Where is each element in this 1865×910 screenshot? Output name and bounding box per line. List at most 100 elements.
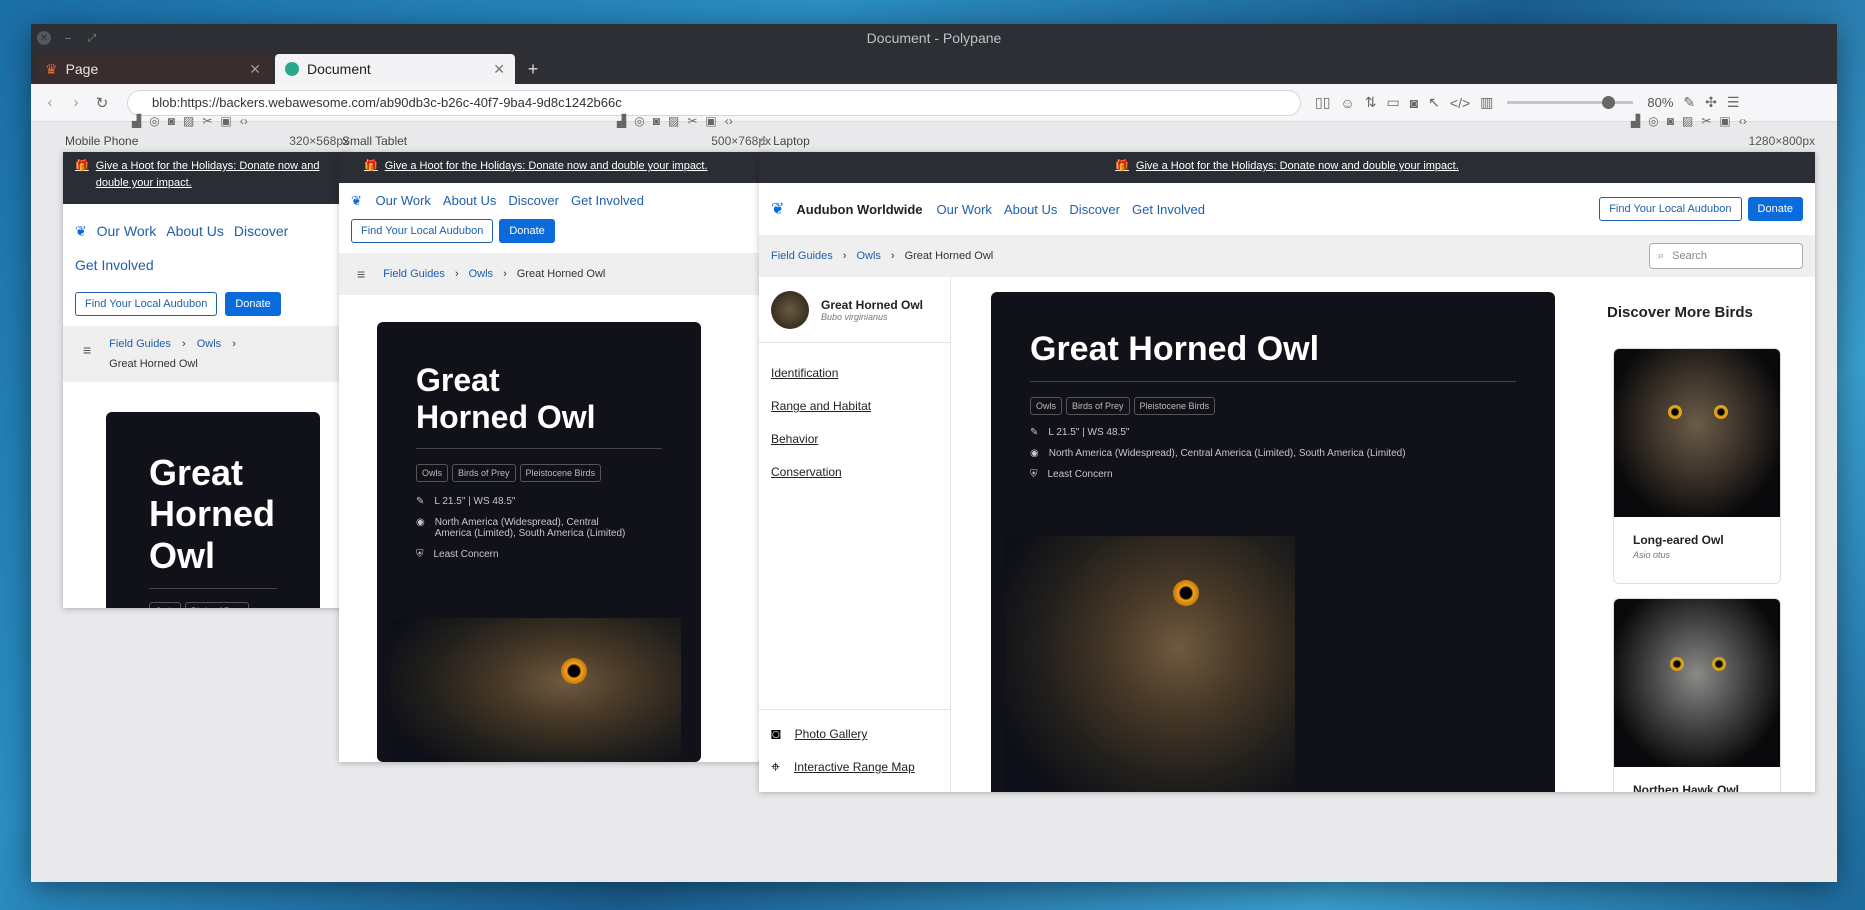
- pane-visibility-icon[interactable]: ◎: [634, 114, 644, 128]
- donate-button[interactable]: Donate: [499, 219, 555, 243]
- menu-icon[interactable]: ≡: [357, 266, 365, 282]
- section-behavior[interactable]: Behavior: [771, 423, 938, 456]
- bird-card[interactable]: Long-eared Owl Asio otus: [1613, 348, 1781, 584]
- pane-dock-icon[interactable]: ▟: [1631, 114, 1640, 128]
- pane-tools-icon[interactable]: ✂: [1701, 114, 1711, 128]
- promo-banner[interactable]: 🎁 Give a Hoot for the Holidays: Donate no…: [339, 152, 771, 183]
- ruler-icon: ✎: [1030, 427, 1039, 439]
- crumb-field-guides[interactable]: Field Guides: [771, 250, 833, 262]
- search-input[interactable]: ⌕ Search: [1649, 243, 1803, 269]
- owl-photo: [391, 618, 681, 762]
- pen-icon[interactable]: ✎: [1683, 94, 1695, 111]
- pane-camera-icon[interactable]: ◙: [168, 114, 175, 128]
- zoom-slider[interactable]: [1507, 96, 1634, 109]
- donate-button[interactable]: Donate: [1747, 197, 1803, 221]
- url-input[interactable]: blob:https://backers.webawesome.com/ab90…: [127, 89, 1301, 116]
- pointer-icon[interactable]: ↖: [1428, 94, 1440, 111]
- tag-owls[interactable]: Owls: [1030, 397, 1062, 416]
- maximize-window-icon[interactable]: ⤢: [85, 31, 99, 45]
- nav-about-us[interactable]: About Us: [443, 193, 496, 208]
- tag-owls[interactable]: Owls: [149, 602, 181, 608]
- photo-gallery-link[interactable]: Photo Gallery: [795, 718, 868, 751]
- crumb-owls[interactable]: Owls: [856, 250, 880, 262]
- find-local-button[interactable]: Find Your Local Audubon: [351, 219, 494, 243]
- menu-icon[interactable]: ≡: [83, 342, 91, 358]
- new-tab-button[interactable]: +: [519, 54, 547, 84]
- user-icon[interactable]: ☺: [1340, 95, 1354, 111]
- pane-devtools-icon[interactable]: ▣: [220, 114, 231, 128]
- tag-pleistocene[interactable]: Pleistocene Birds: [519, 463, 602, 482]
- crumb-field-guides[interactable]: Field Guides: [109, 338, 171, 350]
- section-conservation[interactable]: Conservation: [771, 456, 938, 489]
- section-identification[interactable]: Identification: [771, 357, 938, 390]
- code-icon[interactable]: </>: [1450, 95, 1470, 111]
- nav-our-work[interactable]: Our Work: [97, 223, 157, 239]
- brand-name[interactable]: Audubon Worldwide: [796, 202, 922, 217]
- extensions-icon[interactable]: ✣: [1705, 94, 1717, 111]
- pane-tools-icon[interactable]: ✂: [202, 114, 212, 128]
- pane-dock-icon[interactable]: ▟: [132, 114, 141, 128]
- section-range-habitat[interactable]: Range and Habitat: [771, 390, 938, 423]
- pane-tools-icon[interactable]: ✂: [687, 114, 697, 128]
- find-local-button[interactable]: Find Your Local Audubon: [1599, 197, 1742, 221]
- pane-image-icon[interactable]: ▨: [668, 114, 679, 128]
- pane-dock-icon[interactable]: ▟: [617, 114, 626, 128]
- nav-get-involved[interactable]: Get Involved: [1132, 202, 1205, 217]
- sidebar-icon[interactable]: ▥: [1480, 94, 1493, 111]
- find-local-button[interactable]: Find Your Local Audubon: [75, 292, 218, 316]
- reload-icon[interactable]: ↻: [89, 94, 115, 112]
- crumb-field-guides[interactable]: Field Guides: [383, 268, 445, 280]
- camera-icon[interactable]: ◙: [1410, 95, 1418, 111]
- tag-birds-of-prey[interactable]: Birds of Prey: [1066, 397, 1130, 416]
- bird-card[interactable]: Northen Hawk Owl: [1613, 598, 1781, 792]
- crumb-owls[interactable]: Owls: [197, 338, 221, 350]
- pane-code-icon[interactable]: ‹›: [1739, 114, 1747, 128]
- promo-banner[interactable]: 🎁 Give a Hoot for the Holidays: Donate no…: [759, 152, 1815, 183]
- settings-icon[interactable]: ☰: [1727, 94, 1740, 111]
- nav-about-us[interactable]: About Us: [1004, 202, 1057, 217]
- feather-logo-icon[interactable]: ❦: [75, 223, 87, 239]
- pane-visibility-icon[interactable]: ◎: [1648, 114, 1658, 128]
- layout-icon[interactable]: ▯▯: [1315, 94, 1330, 111]
- close-tab-icon[interactable]: ✕: [493, 61, 505, 78]
- chevron-right-icon: ›: [503, 268, 507, 280]
- donate-button[interactable]: Donate: [225, 292, 281, 316]
- nav-discover[interactable]: Discover: [508, 193, 559, 208]
- pane-devtools-icon[interactable]: ▣: [1719, 114, 1730, 128]
- minimize-window-icon[interactable]: –: [61, 31, 75, 45]
- promo-banner[interactable]: 🎁 Give a Hoot for the Holidays: Donate no…: [63, 152, 350, 204]
- nav-about-us[interactable]: About Us: [166, 223, 224, 239]
- header-actions: Find Your Local Audubon Donate: [339, 219, 771, 253]
- back-icon[interactable]: ‹: [37, 94, 63, 111]
- forward-icon[interactable]: ›: [63, 94, 89, 111]
- tag-birds-of-prey[interactable]: Birds of Prey: [452, 463, 516, 482]
- feather-logo-icon[interactable]: ❦: [771, 199, 784, 219]
- sync-icon[interactable]: ⇅: [1365, 94, 1377, 111]
- nav-get-involved[interactable]: Get Involved: [75, 257, 154, 273]
- tag-birds-of-prey[interactable]: Birds of Prey: [185, 602, 249, 608]
- tag-pleistocene[interactable]: Pleistocene Birds: [1133, 397, 1216, 416]
- crumb-owls[interactable]: Owls: [469, 268, 493, 280]
- close-tab-icon[interactable]: ✕: [249, 61, 261, 78]
- nav-discover[interactable]: Discover: [1069, 202, 1120, 217]
- zoom-slider-knob[interactable]: [1602, 96, 1616, 109]
- pane-code-icon[interactable]: ‹›: [725, 114, 733, 128]
- nav-get-involved[interactable]: Get Involved: [571, 193, 644, 208]
- range-map-link[interactable]: Interactive Range Map: [794, 751, 915, 784]
- close-window-icon[interactable]: ✕: [37, 31, 51, 45]
- tag-owls[interactable]: Owls: [416, 463, 448, 482]
- tab-page[interactable]: ♛ Page ✕: [35, 54, 271, 84]
- pane-code-icon[interactable]: ‹›: [240, 114, 248, 128]
- nav-discover[interactable]: Discover: [234, 223, 288, 239]
- pane-visibility-icon[interactable]: ◎: [149, 114, 159, 128]
- feather-logo-icon[interactable]: ❦: [351, 193, 362, 208]
- devices-off-icon[interactable]: ▭: [1386, 94, 1399, 111]
- pane-camera-icon[interactable]: ◙: [653, 114, 660, 128]
- pane-image-icon[interactable]: ▨: [183, 114, 194, 128]
- nav-our-work[interactable]: Our Work: [376, 193, 431, 208]
- tab-document[interactable]: Document ✕: [275, 54, 515, 84]
- pane-camera-icon[interactable]: ◙: [1667, 114, 1674, 128]
- nav-our-work[interactable]: Our Work: [937, 202, 992, 217]
- pane-image-icon[interactable]: ▨: [1682, 114, 1693, 128]
- pane-devtools-icon[interactable]: ▣: [705, 114, 716, 128]
